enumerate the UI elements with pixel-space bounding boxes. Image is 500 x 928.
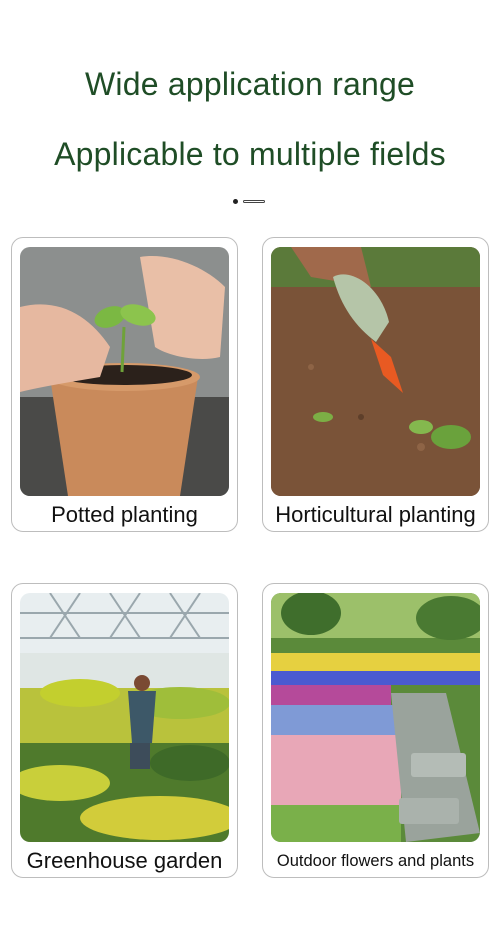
flower-garden-path-photo (271, 593, 480, 842)
potted-seedling-image (20, 247, 229, 496)
indicator-dash[interactable] (243, 200, 265, 203)
card-caption: Outdoor flowers and plants (276, 852, 475, 870)
card-caption: Horticultural planting (275, 502, 476, 527)
greenhouse-gardener-photo (20, 593, 229, 842)
card-potted-planting: Potted planting (11, 237, 238, 532)
carousel-indicator[interactable] (233, 198, 265, 204)
card-caption: Greenhouse garden (26, 848, 223, 873)
page-subtitle: Applicable to multiple fields (54, 136, 446, 172)
potted-seedling-photo (20, 247, 229, 496)
page-title: Wide application range (85, 66, 415, 102)
card-outdoor-flowers: Outdoor flowers and plants (262, 583, 489, 878)
flower-garden-path-image (271, 593, 480, 842)
indicator-dot-active[interactable] (233, 199, 238, 204)
card-greenhouse-garden: Greenhouse garden (11, 583, 238, 878)
card-caption: Potted planting (51, 502, 198, 527)
greenhouse-gardener-image (20, 593, 229, 842)
garden-trowel-soil-photo (271, 247, 480, 496)
card-horticultural-planting: Horticultural planting (262, 237, 489, 532)
garden-trowel-soil-image (271, 247, 480, 496)
